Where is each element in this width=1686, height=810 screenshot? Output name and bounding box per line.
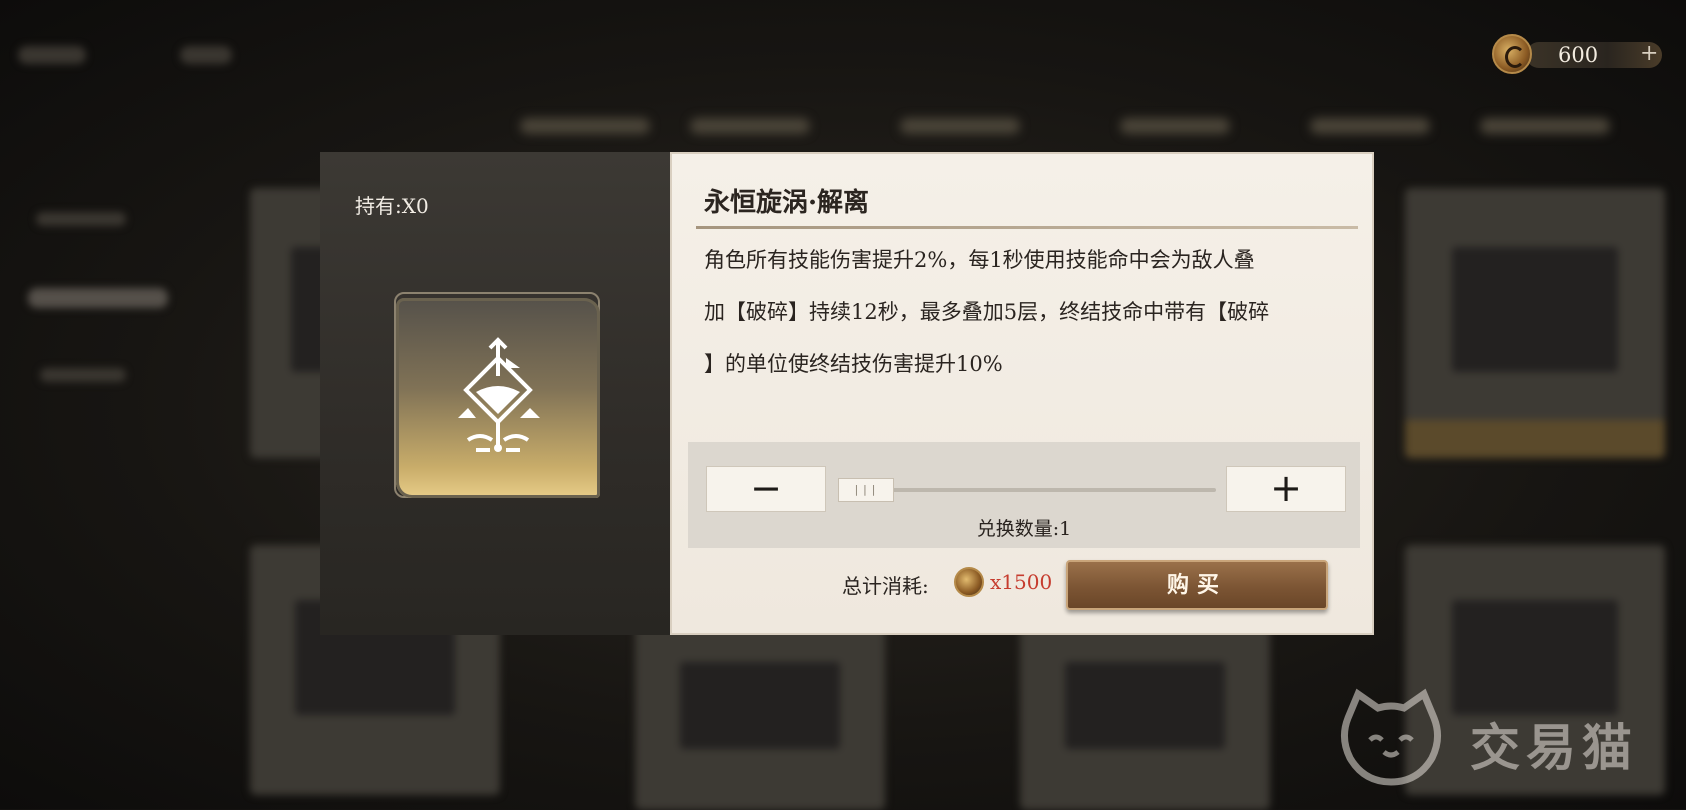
decrease-quantity-button[interactable]: − — [706, 466, 826, 512]
quantity-label: 兑换数量:1 — [976, 518, 1072, 540]
bg-card — [635, 620, 885, 810]
watermark: 交易猫 — [1336, 688, 1666, 788]
bg-side-item — [36, 212, 126, 226]
bg-top-item — [18, 46, 86, 64]
bg-card — [1020, 620, 1270, 810]
bg-side-item — [28, 288, 168, 308]
purchase-dialog: 持有:X0 永恒旋涡·解离 角色所有技能伤害提升2%，每1秒使用技能命中会为敌人… — [320, 152, 1374, 635]
description-line: 】的单位使终结技伤害提升10% — [704, 352, 1003, 376]
currency-display: 600 + — [1492, 34, 1668, 74]
bg-side-item — [40, 368, 126, 382]
item-description: 角色所有技能伤害提升2%，每1秒使用技能命中会为敌人叠 加【破碎】持续12秒，最… — [704, 234, 1354, 390]
currency-amount: 600 — [1558, 43, 1599, 67]
item-card — [396, 298, 600, 498]
total-cost-label: 总计消耗: — [842, 574, 929, 598]
description-line: 加【破碎】持续12秒，最多叠加5层，终结技命中带有【破碎 — [704, 300, 1270, 324]
increase-quantity-button[interactable]: + — [1226, 466, 1346, 512]
title-divider — [696, 226, 1358, 229]
watermark-text: 交易猫 — [1470, 719, 1638, 777]
quantity-slider-track[interactable] — [850, 488, 1216, 492]
bg-card — [1405, 188, 1665, 458]
item-preview-panel: 持有:X0 — [320, 152, 670, 635]
item-title: 永恒旋涡·解离 — [704, 188, 870, 218]
description-line: 角色所有技能伤害提升2%，每1秒使用技能命中会为敌人叠 — [704, 248, 1255, 272]
gold-coin-icon — [1492, 34, 1532, 74]
bg-tab — [1310, 118, 1430, 134]
bg-tab — [900, 118, 1020, 134]
bg-tab — [1120, 118, 1230, 134]
hold-count: 持有:X0 — [355, 194, 429, 218]
bg-tab — [520, 118, 650, 134]
add-currency-button[interactable]: + — [1640, 41, 1658, 66]
quantity-selector: − ||| + 兑换数量:1 — [688, 442, 1360, 548]
quantity-slider-thumb[interactable]: ||| — [838, 478, 894, 502]
buy-button[interactable]: 购买 — [1066, 560, 1328, 610]
total-cost-amount: x1500 — [990, 570, 1053, 594]
gold-coin-icon — [954, 567, 984, 597]
item-detail-panel: 永恒旋涡·解离 角色所有技能伤害提升2%，每1秒使用技能命中会为敌人叠 加【破碎… — [670, 152, 1374, 635]
cat-logo-icon — [1341, 688, 1441, 786]
rune-emblem-icon — [458, 337, 540, 452]
bg-tab — [690, 118, 810, 134]
bg-top-item — [180, 46, 232, 64]
bg-tab — [1480, 118, 1610, 134]
